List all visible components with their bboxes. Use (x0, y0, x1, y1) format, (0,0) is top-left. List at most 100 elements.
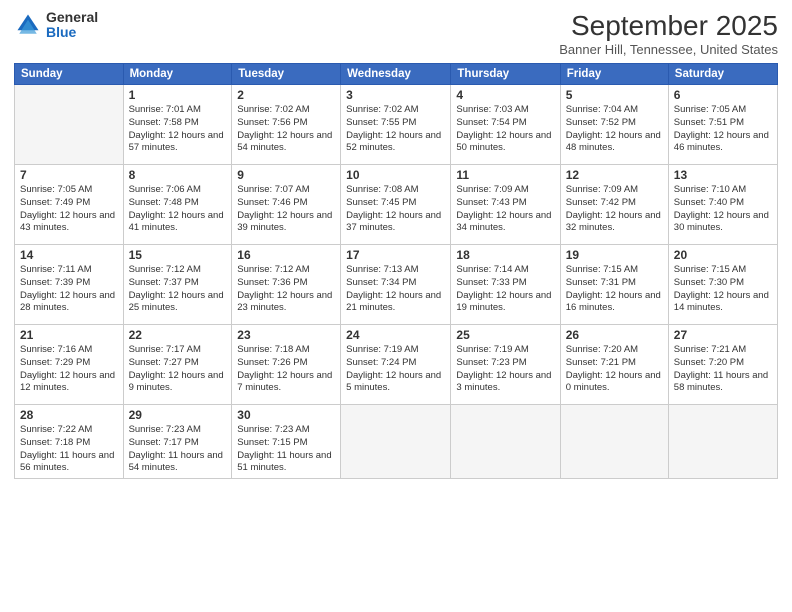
day-info: Sunrise: 7:23 AM Sunset: 7:15 PM Dayligh… (237, 424, 335, 475)
day-info: Sunrise: 7:09 AM Sunset: 7:43 PM Dayligh… (456, 184, 554, 235)
location: Banner Hill, Tennessee, United States (559, 42, 778, 57)
table-row: 15 Sunrise: 7:12 AM Sunset: 7:37 PM Dayli… (123, 245, 232, 325)
day-number: 9 (237, 168, 335, 182)
day-number: 2 (237, 88, 335, 102)
table-row: 5Sunrise: 7:04 AM Sunset: 7:52 PM Daylig… (560, 85, 668, 165)
col-friday: Friday (560, 64, 668, 85)
day-info: Sunrise: 7:06 AM Sunset: 7:48 PM Dayligh… (129, 184, 227, 235)
page: General Blue September 2025 Banner Hill,… (0, 0, 792, 612)
logo-general-text: General (46, 10, 98, 25)
day-number: 4 (456, 88, 554, 102)
table-row: 26 Sunrise: 7:20 AM Sunset: 7:21 PM Dayli… (560, 325, 668, 405)
day-number: 11 (456, 168, 554, 182)
day-info: Sunrise: 7:22 AM Sunset: 7:18 PM Dayligh… (20, 424, 118, 475)
logo-icon (14, 11, 42, 39)
table-row (15, 85, 124, 165)
table-row: 18 Sunrise: 7:14 AM Sunset: 7:33 PM Dayli… (451, 245, 560, 325)
day-info: Sunrise: 7:20 AM Sunset: 7:21 PM Dayligh… (566, 344, 663, 395)
day-info: Sunrise: 7:08 AM Sunset: 7:45 PM Dayligh… (346, 184, 445, 235)
day-number: 18 (456, 248, 554, 262)
table-row: 24 Sunrise: 7:19 AM Sunset: 7:24 PM Dayli… (341, 325, 451, 405)
day-info: Sunrise: 7:21 AM Sunset: 7:20 PM Dayligh… (674, 344, 772, 395)
day-number: 7 (20, 168, 118, 182)
day-info: Sunrise: 7:09 AM Sunset: 7:42 PM Dayligh… (566, 184, 663, 235)
day-info: Sunrise: 7:15 AM Sunset: 7:30 PM Dayligh… (674, 264, 772, 315)
day-info: Sunrise: 7:14 AM Sunset: 7:33 PM Dayligh… (456, 264, 554, 315)
day-info: Sunrise: 7:01 AM Sunset: 7:58 PM Dayligh… (129, 104, 227, 155)
table-row: 13Sunrise: 7:10 AM Sunset: 7:40 PM Dayli… (668, 165, 777, 245)
col-sunday: Sunday (15, 64, 124, 85)
title-block: September 2025 Banner Hill, Tennessee, U… (559, 10, 778, 57)
day-info: Sunrise: 7:19 AM Sunset: 7:23 PM Dayligh… (456, 344, 554, 395)
table-row: 20 Sunrise: 7:15 AM Sunset: 7:30 PM Dayli… (668, 245, 777, 325)
col-tuesday: Tuesday (232, 64, 341, 85)
day-number: 25 (456, 328, 554, 342)
table-row (341, 405, 451, 479)
day-number: 30 (237, 408, 335, 422)
day-number: 26 (566, 328, 663, 342)
day-info: Sunrise: 7:05 AM Sunset: 7:51 PM Dayligh… (674, 104, 772, 155)
day-number: 19 (566, 248, 663, 262)
day-number: 13 (674, 168, 772, 182)
table-row: 6 Sunrise: 7:05 AM Sunset: 7:51 PM Daylig… (668, 85, 777, 165)
table-row: 14 Sunrise: 7:11 AM Sunset: 7:39 PM Dayli… (15, 245, 124, 325)
table-row: 16 Sunrise: 7:12 AM Sunset: 7:36 PM Dayli… (232, 245, 341, 325)
table-row: 27 Sunrise: 7:21 AM Sunset: 7:20 PM Dayli… (668, 325, 777, 405)
day-number: 27 (674, 328, 772, 342)
table-row (451, 405, 560, 479)
day-info: Sunrise: 7:16 AM Sunset: 7:29 PM Dayligh… (20, 344, 118, 395)
table-row: 3Sunrise: 7:02 AM Sunset: 7:55 PM Daylig… (341, 85, 451, 165)
month-title: September 2025 (559, 10, 778, 42)
table-row: 21 Sunrise: 7:16 AM Sunset: 7:29 PM Dayli… (15, 325, 124, 405)
calendar-header-row: Sunday Monday Tuesday Wednesday Thursday… (15, 64, 778, 85)
day-info: Sunrise: 7:12 AM Sunset: 7:37 PM Dayligh… (129, 264, 227, 315)
day-number: 21 (20, 328, 118, 342)
day-number: 24 (346, 328, 445, 342)
table-row: 28Sunrise: 7:22 AM Sunset: 7:18 PM Dayli… (15, 405, 124, 479)
table-row: 11 Sunrise: 7:09 AM Sunset: 7:43 PM Dayli… (451, 165, 560, 245)
day-number: 29 (129, 408, 227, 422)
logo-text: General Blue (46, 10, 98, 41)
day-number: 8 (129, 168, 227, 182)
day-number: 16 (237, 248, 335, 262)
day-info: Sunrise: 7:03 AM Sunset: 7:54 PM Dayligh… (456, 104, 554, 155)
day-number: 15 (129, 248, 227, 262)
table-row: 23Sunrise: 7:18 AM Sunset: 7:26 PM Dayli… (232, 325, 341, 405)
table-row: 30 Sunrise: 7:23 AM Sunset: 7:15 PM Dayli… (232, 405, 341, 479)
day-number: 20 (674, 248, 772, 262)
day-info: Sunrise: 7:07 AM Sunset: 7:46 PM Dayligh… (237, 184, 335, 235)
table-row: 8 Sunrise: 7:06 AM Sunset: 7:48 PM Daylig… (123, 165, 232, 245)
day-info: Sunrise: 7:05 AM Sunset: 7:49 PM Dayligh… (20, 184, 118, 235)
day-info: Sunrise: 7:18 AM Sunset: 7:26 PM Dayligh… (237, 344, 335, 395)
col-monday: Monday (123, 64, 232, 85)
calendar-table: Sunday Monday Tuesday Wednesday Thursday… (14, 63, 778, 479)
table-row: 9 Sunrise: 7:07 AM Sunset: 7:46 PM Daylig… (232, 165, 341, 245)
day-info: Sunrise: 7:11 AM Sunset: 7:39 PM Dayligh… (20, 264, 118, 315)
table-row: 7 Sunrise: 7:05 AM Sunset: 7:49 PM Daylig… (15, 165, 124, 245)
day-number: 6 (674, 88, 772, 102)
col-thursday: Thursday (451, 64, 560, 85)
header: General Blue September 2025 Banner Hill,… (14, 10, 778, 57)
table-row: 22Sunrise: 7:17 AM Sunset: 7:27 PM Dayli… (123, 325, 232, 405)
col-wednesday: Wednesday (341, 64, 451, 85)
day-number: 12 (566, 168, 663, 182)
table-row: 4 Sunrise: 7:03 AM Sunset: 7:54 PM Daylig… (451, 85, 560, 165)
day-number: 14 (20, 248, 118, 262)
table-row (668, 405, 777, 479)
table-row: 10 Sunrise: 7:08 AM Sunset: 7:45 PM Dayli… (341, 165, 451, 245)
table-row (560, 405, 668, 479)
logo-blue-text: Blue (46, 25, 98, 40)
day-info: Sunrise: 7:02 AM Sunset: 7:55 PM Dayligh… (346, 104, 445, 155)
day-number: 17 (346, 248, 445, 262)
day-number: 10 (346, 168, 445, 182)
table-row: 2 Sunrise: 7:02 AM Sunset: 7:56 PM Daylig… (232, 85, 341, 165)
day-number: 22 (129, 328, 227, 342)
logo: General Blue (14, 10, 98, 41)
day-number: 1 (129, 88, 227, 102)
day-info: Sunrise: 7:15 AM Sunset: 7:31 PM Dayligh… (566, 264, 663, 315)
day-info: Sunrise: 7:12 AM Sunset: 7:36 PM Dayligh… (237, 264, 335, 315)
day-info: Sunrise: 7:02 AM Sunset: 7:56 PM Dayligh… (237, 104, 335, 155)
table-row: 17Sunrise: 7:13 AM Sunset: 7:34 PM Dayli… (341, 245, 451, 325)
day-info: Sunrise: 7:23 AM Sunset: 7:17 PM Dayligh… (129, 424, 227, 475)
day-info: Sunrise: 7:19 AM Sunset: 7:24 PM Dayligh… (346, 344, 445, 395)
